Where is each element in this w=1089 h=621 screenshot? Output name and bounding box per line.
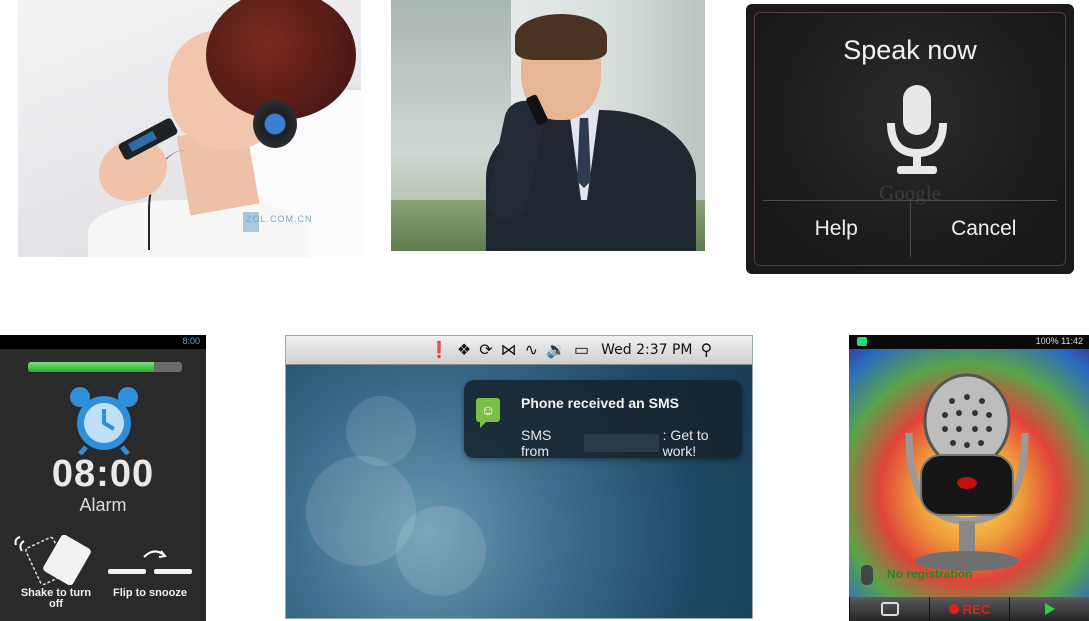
recorder-control-bar: REC (849, 597, 1089, 621)
hair (515, 14, 607, 60)
alarm-progress-bar (28, 362, 182, 372)
voice-recorder-screen: 100% 11:42 No registration REC (849, 335, 1089, 621)
bokeh-light (346, 396, 416, 466)
record-label: REC (962, 601, 991, 617)
record-control: REC (948, 601, 991, 617)
alarm-label: Alarm (79, 495, 127, 515)
alert-icon[interactable]: ❗ (429, 340, 449, 360)
alarm-time: 08:00 (51, 453, 155, 495)
cancel-button[interactable]: Cancel (909, 201, 1058, 257)
stop-icon (880, 602, 899, 616)
desktop-screen: ❗ ❖ ⟳ ⋈ ∿ 🔉 ▭ Wed 2:37 PM ⚲ ☺ Phone rece… (285, 335, 753, 619)
help-button[interactable]: Help (763, 201, 910, 257)
notification-title: Phone received an SMS (521, 395, 679, 411)
voice-search-dialog: Speak now Google Help Cancel (746, 4, 1074, 274)
notification-body-suffix: : Get to work! (662, 427, 709, 459)
status-time: 8:00 (182, 336, 200, 346)
status-bar: 8:00 (0, 335, 206, 349)
volume-icon[interactable]: 🔉 (546, 340, 566, 360)
search-icon[interactable]: ⚲ (701, 340, 713, 360)
sync-icon[interactable]: ⟳ (479, 340, 492, 360)
registration-status: No registration (887, 567, 973, 581)
play-button[interactable] (1009, 597, 1089, 621)
menu-bar: ❗ ❖ ⟳ ⋈ ∿ 🔉 ▭ Wed 2:37 PM ⚲ (286, 336, 752, 365)
dialog-title: Speak now (843, 35, 977, 65)
registration-icon (861, 565, 873, 585)
headphone-icon (253, 100, 297, 148)
dropbox-icon[interactable]: ❖ (457, 340, 471, 360)
record-button[interactable]: REC (929, 597, 1009, 621)
flip-caption: Flip to snooze (113, 587, 187, 599)
studio-microphone-icon (905, 373, 1029, 571)
notification-body: SMS from : Get to work! (521, 427, 742, 459)
bokeh-light (396, 506, 486, 596)
menu-bar-clock[interactable]: Wed 2:37 PM (601, 342, 692, 358)
photo-woman-headphones: ZOL.COM.CN (18, 0, 361, 257)
play-icon (1044, 603, 1055, 615)
notification-icon (857, 337, 867, 346)
shake-phone-icon[interactable] (12, 535, 96, 585)
alarm-screen: 8:00 08:00 Alarm Shake to turn off Flip … (0, 335, 206, 621)
notification-body-prefix: SMS from (521, 427, 552, 459)
flip-phone-icon[interactable] (106, 545, 194, 585)
status-text: 100% 11:42 (1035, 336, 1083, 346)
dialog-frame: Speak now Google Help Cancel (754, 12, 1066, 266)
photo-businessman-phone (391, 0, 705, 251)
stop-button[interactable] (849, 597, 929, 621)
alarm-clock-icon (70, 387, 138, 455)
alarm-progress-fill (28, 362, 155, 372)
record-dot-icon (948, 604, 959, 614)
redacted-sender (584, 434, 659, 452)
bluetooth-icon[interactable]: ⋈ (501, 340, 517, 360)
status-bar: 100% 11:42 (849, 335, 1089, 349)
watermark-text: ZOL.COM.CN (246, 214, 313, 224)
sms-bubble-icon: ☺ (476, 398, 500, 428)
wifi-icon[interactable]: ∿ (525, 340, 538, 360)
battery-icon[interactable]: ▭ (574, 340, 589, 360)
dialog-buttons: Help Cancel (763, 200, 1057, 257)
menu-bar-icons: ❗ ❖ ⟳ ⋈ ∿ 🔉 ▭ Wed 2:37 PM ⚲ (429, 339, 712, 361)
sms-notification[interactable]: ☺ Phone received an SMS SMS from : Get t… (464, 380, 742, 459)
shake-caption: Shake to turn off (20, 587, 92, 610)
microphone-icon (887, 85, 947, 174)
